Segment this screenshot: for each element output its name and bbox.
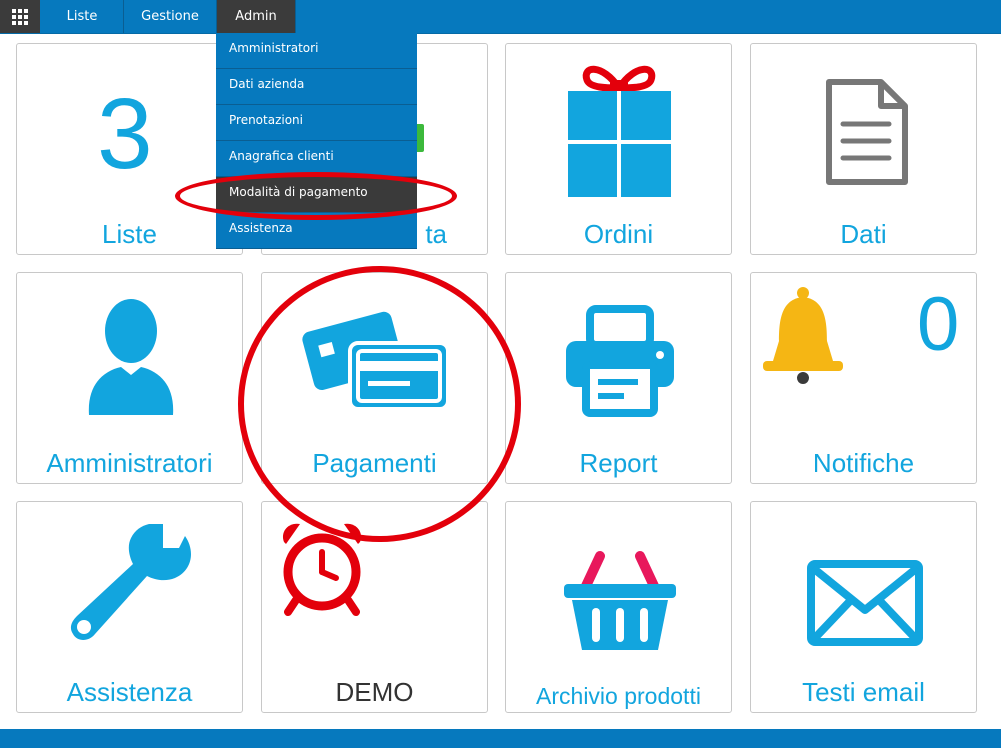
tile-notifiche[interactable]: 0 Notifiche (750, 272, 977, 484)
tile-ordini[interactable]: Ordini (505, 43, 732, 255)
apps-grid-icon[interactable] (0, 0, 40, 33)
notifiche-count: 0 (917, 282, 960, 367)
gift-icon (568, 65, 671, 197)
tile-testi-email[interactable]: Testi email (750, 501, 977, 713)
tile-archivio-prodotti[interactable]: Archivio prodotti (505, 501, 732, 713)
wrench-icon (70, 524, 191, 640)
tile-label: Notifiche (812, 448, 915, 478)
menu-item-amministratori[interactable]: Amministratori (216, 33, 417, 69)
tile-assistenza[interactable]: Assistenza (16, 501, 243, 713)
document-icon (826, 79, 908, 185)
tile-label: Amministratori (46, 448, 213, 478)
top-navbar: Liste Gestione Admin (0, 0, 1001, 34)
bell-icon (763, 287, 843, 384)
menu-item-dati-azienda[interactable]: Dati azienda (216, 69, 417, 105)
menu-item-anagrafica-clienti[interactable]: Anagrafica clienti (216, 141, 417, 177)
tile-pagamenti[interactable]: Pagamenti (261, 272, 488, 484)
tile-liste[interactable]: 3 Liste (16, 43, 243, 255)
tile-demo[interactable]: DEMO (261, 501, 488, 713)
printer-icon (566, 305, 674, 417)
basket-icon (564, 551, 676, 650)
credit-card-icon (302, 311, 450, 411)
tile-label: Liste (102, 219, 157, 249)
tile-label: Ordini (583, 219, 654, 249)
menu-item-assistenza[interactable]: Assistenza (216, 213, 417, 249)
menu-item-modalita-pagamento[interactable]: Modalità di pagamento (216, 177, 417, 213)
tile-label: DEMO (335, 677, 414, 707)
tile-report[interactable]: Report (505, 272, 732, 484)
nav-item-liste[interactable]: Liste (41, 0, 124, 33)
tile-label: Assistenza (66, 677, 193, 707)
tile-label: Report (579, 448, 658, 478)
tile-label: Pagamenti (312, 448, 437, 478)
menu-item-prenotazioni[interactable]: Prenotazioni (216, 105, 417, 141)
liste-count: 3 (97, 78, 153, 190)
envelope-icon (807, 560, 923, 646)
tile-dati[interactable]: Dati (750, 43, 977, 255)
user-icon (88, 299, 174, 415)
bottom-bar (0, 729, 1001, 748)
tile-label: Archivio prodotti (536, 683, 701, 709)
tile-label: Testi email (802, 677, 925, 707)
nav-item-gestione[interactable]: Gestione (124, 0, 217, 33)
nav-item-admin[interactable]: Admin (217, 0, 296, 33)
tile-amministratori[interactable]: Amministratori (16, 272, 243, 484)
alarm-clock-icon (282, 523, 362, 616)
tile-label: Dati (840, 219, 887, 249)
admin-dropdown-menu: Amministratori Dati azienda Prenotazioni… (216, 33, 417, 249)
